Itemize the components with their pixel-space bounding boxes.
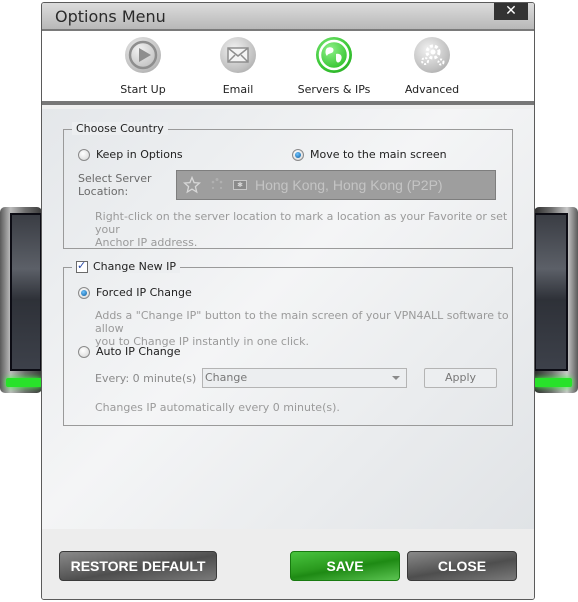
radio-button[interactable] — [78, 286, 90, 299]
hint-line: Right-click on the server location to ma… — [95, 210, 508, 236]
right-led-indicator — [534, 378, 572, 387]
change-ip-checkbox[interactable] — [76, 259, 88, 273]
window-close-button[interactable]: ✕ — [494, 3, 528, 20]
tab-email[interactable]: Email — [193, 37, 283, 96]
auto-ip-description: Changes IP automatically every 0 minute(… — [95, 401, 340, 414]
radio-auto-ip-change[interactable]: Auto IP Change — [78, 345, 181, 358]
select-value: Change — [205, 371, 248, 384]
tab-servers-ips[interactable]: Servers & IPs — [289, 37, 379, 96]
radio-button[interactable] — [292, 148, 304, 161]
change-ip-legend[interactable]: Change New IP — [72, 259, 180, 273]
window-title: Options Menu — [55, 7, 166, 26]
close-button[interactable]: CLOSE — [407, 551, 517, 581]
chevron-down-icon — [392, 376, 400, 380]
group-title: Choose Country — [76, 122, 164, 135]
radio-forced-ip-change[interactable]: Forced IP Change — [78, 286, 192, 299]
envelope-icon — [220, 37, 256, 73]
gears-icon — [414, 37, 450, 73]
hint-line: Anchor IP address. — [95, 236, 198, 249]
tab-label: Start Up — [120, 83, 166, 96]
options-toolbar: Start Up Email Servers & IPs Advanced — [42, 31, 534, 105]
server-location-label: Select Server Location: — [78, 172, 152, 198]
left-led-indicator — [6, 378, 42, 387]
tab-advanced[interactable]: Advanced — [387, 37, 477, 96]
description-line: Adds a "Change IP" button to the main sc… — [95, 309, 509, 335]
left-decor-panel — [0, 207, 42, 393]
tab-label: Advanced — [404, 83, 460, 96]
radio-keep-in-options[interactable]: Keep in Options — [78, 148, 183, 161]
forced-ip-description: Adds a "Change IP" button to the main sc… — [95, 309, 512, 348]
right-decor-panel — [534, 207, 578, 393]
interval-select[interactable]: Change — [202, 368, 407, 388]
radio-label: Auto IP Change — [96, 345, 181, 358]
loading-spinner-icon — [211, 178, 223, 190]
close-icon: ✕ — [505, 3, 517, 19]
server-location-selector[interactable]: ✱ Hong Kong, Hong Kong (P2P) — [176, 170, 496, 200]
radio-label: Forced IP Change — [96, 286, 192, 299]
change-ip-group: Change New IP Forced IP Change Adds a "C… — [63, 259, 513, 426]
label-line: Location: — [78, 185, 129, 198]
choose-country-group: Choose Country Keep in Options Move to t… — [63, 122, 513, 249]
hong-kong-flag-icon: ✱ — [233, 180, 247, 190]
options-window: Options Menu ✕ Start Up Email Servers & … — [41, 2, 535, 600]
title-bar: Options Menu ✕ — [42, 3, 534, 31]
label-line: Select Server — [78, 172, 152, 185]
group-title: Change New IP — [93, 260, 176, 273]
settings-content: Choose Country Keep in Options Move to t… — [42, 109, 534, 529]
tab-label: Servers & IPs — [297, 83, 371, 96]
radio-button[interactable] — [78, 148, 90, 161]
tab-start-up[interactable]: Start Up — [98, 37, 188, 96]
play-icon — [125, 37, 161, 73]
server-location-value: Hong Kong, Hong Kong (P2P) — [255, 177, 443, 193]
right-panel-screen — [534, 213, 568, 371]
save-button[interactable]: SAVE — [290, 551, 400, 581]
favorite-hint: Right-click on the server location to ma… — [95, 210, 512, 249]
restore-default-button[interactable]: RESTORE DEFAULT — [59, 551, 217, 581]
tab-label: Email — [222, 83, 254, 96]
interval-label: Every: 0 minute(s) — [95, 372, 197, 385]
radio-label: Keep in Options — [96, 148, 183, 161]
footer-bar: RESTORE DEFAULT SAVE CLOSE — [42, 529, 534, 599]
radio-button[interactable] — [78, 345, 90, 358]
left-panel-screen — [10, 213, 42, 371]
globe-icon — [316, 37, 352, 73]
radio-label: Move to the main screen — [310, 148, 447, 161]
choose-country-legend: Choose Country — [72, 122, 168, 135]
favorite-star-icon[interactable] — [183, 176, 201, 194]
apply-button[interactable]: Apply — [424, 368, 497, 388]
radio-move-to-main-screen[interactable]: Move to the main screen — [292, 148, 447, 161]
